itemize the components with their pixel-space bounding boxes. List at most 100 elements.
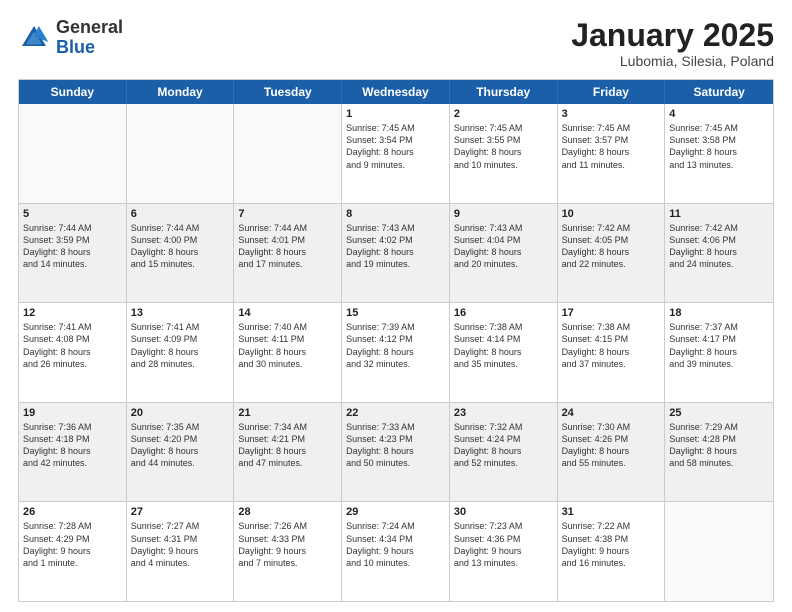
day-number: 17: [562, 307, 661, 319]
day-number: 28: [238, 506, 337, 518]
table-row: 16 Sunrise: 7:38 AM Sunset: 4:14 PM Dayli…: [450, 303, 558, 402]
logo-blue: Blue: [56, 37, 95, 57]
day-number: 30: [454, 506, 553, 518]
calendar-row: 1 Sunrise: 7:45 AM Sunset: 3:54 PM Daylig…: [19, 104, 773, 203]
day-number: 3: [562, 108, 661, 120]
day-number: 4: [669, 108, 769, 120]
table-row: 12 Sunrise: 7:41 AM Sunset: 4:08 PM Dayli…: [19, 303, 127, 402]
table-row: 1 Sunrise: 7:45 AM Sunset: 3:54 PM Daylig…: [342, 104, 450, 203]
day-number: 23: [454, 407, 553, 419]
cell-info: Sunrise: 7:44 AM Sunset: 3:59 PM Dayligh…: [23, 222, 122, 271]
day-number: 21: [238, 407, 337, 419]
cell-info: Sunrise: 7:22 AM Sunset: 4:38 PM Dayligh…: [562, 520, 661, 569]
table-row: 31 Sunrise: 7:22 AM Sunset: 4:38 PM Dayli…: [558, 502, 666, 601]
cell-info: Sunrise: 7:28 AM Sunset: 4:29 PM Dayligh…: [23, 520, 122, 569]
table-row: 26 Sunrise: 7:28 AM Sunset: 4:29 PM Dayli…: [19, 502, 127, 601]
calendar-body: 1 Sunrise: 7:45 AM Sunset: 3:54 PM Daylig…: [19, 104, 773, 601]
title-location: Lubomia, Silesia, Poland: [571, 53, 774, 69]
table-row: 6Sunrise: 7:44 AM Sunset: 4:00 PM Daylig…: [127, 204, 235, 303]
table-row: 28 Sunrise: 7:26 AM Sunset: 4:33 PM Dayli…: [234, 502, 342, 601]
cell-info: Sunrise: 7:45 AM Sunset: 3:55 PM Dayligh…: [454, 122, 553, 171]
day-number: 14: [238, 307, 337, 319]
day-number: 26: [23, 506, 122, 518]
title-block: January 2025 Lubomia, Silesia, Poland: [571, 18, 774, 69]
cell-info: Sunrise: 7:45 AM Sunset: 3:58 PM Dayligh…: [669, 122, 769, 171]
table-row: [19, 104, 127, 203]
table-row: 20Sunrise: 7:35 AM Sunset: 4:20 PM Dayli…: [127, 403, 235, 502]
cell-info: Sunrise: 7:41 AM Sunset: 4:09 PM Dayligh…: [131, 321, 230, 370]
cell-info: Sunrise: 7:29 AM Sunset: 4:28 PM Dayligh…: [669, 421, 769, 470]
cell-info: Sunrise: 7:43 AM Sunset: 4:02 PM Dayligh…: [346, 222, 445, 271]
logo-icon: [18, 22, 50, 54]
cell-info: Sunrise: 7:42 AM Sunset: 4:05 PM Dayligh…: [562, 222, 661, 271]
table-row: 2 Sunrise: 7:45 AM Sunset: 3:55 PM Daylig…: [450, 104, 558, 203]
cell-info: Sunrise: 7:37 AM Sunset: 4:17 PM Dayligh…: [669, 321, 769, 370]
table-row: 22Sunrise: 7:33 AM Sunset: 4:23 PM Dayli…: [342, 403, 450, 502]
header: General Blue January 2025 Lubomia, Siles…: [18, 18, 774, 69]
day-number: 16: [454, 307, 553, 319]
logo-general: General: [56, 17, 123, 37]
cell-info: Sunrise: 7:43 AM Sunset: 4:04 PM Dayligh…: [454, 222, 553, 271]
day-number: 2: [454, 108, 553, 120]
day-number: 20: [131, 407, 230, 419]
cell-info: Sunrise: 7:41 AM Sunset: 4:08 PM Dayligh…: [23, 321, 122, 370]
cell-info: Sunrise: 7:26 AM Sunset: 4:33 PM Dayligh…: [238, 520, 337, 569]
day-number: 13: [131, 307, 230, 319]
table-row: [127, 104, 235, 203]
table-row: 19 Sunrise: 7:36 AM Sunset: 4:18 PM Dayli…: [19, 403, 127, 502]
day-number: 31: [562, 506, 661, 518]
calendar-header: Sunday Monday Tuesday Wednesday Thursday…: [19, 80, 773, 104]
table-row: 15 Sunrise: 7:39 AM Sunset: 4:12 PM Dayli…: [342, 303, 450, 402]
cell-info: Sunrise: 7:23 AM Sunset: 4:36 PM Dayligh…: [454, 520, 553, 569]
header-monday: Monday: [127, 80, 235, 104]
table-row: 13 Sunrise: 7:41 AM Sunset: 4:09 PM Dayli…: [127, 303, 235, 402]
day-number: 9: [454, 208, 553, 220]
day-number: 11: [669, 208, 769, 220]
day-number: 8: [346, 208, 445, 220]
cell-info: Sunrise: 7:27 AM Sunset: 4:31 PM Dayligh…: [131, 520, 230, 569]
logo-text: General Blue: [56, 18, 123, 58]
table-row: 18 Sunrise: 7:37 AM Sunset: 4:17 PM Dayli…: [665, 303, 773, 402]
day-number: 5: [23, 208, 122, 220]
calendar-row: 12 Sunrise: 7:41 AM Sunset: 4:08 PM Dayli…: [19, 302, 773, 402]
table-row: 4 Sunrise: 7:45 AM Sunset: 3:58 PM Daylig…: [665, 104, 773, 203]
cell-info: Sunrise: 7:39 AM Sunset: 4:12 PM Dayligh…: [346, 321, 445, 370]
cell-info: Sunrise: 7:38 AM Sunset: 4:14 PM Dayligh…: [454, 321, 553, 370]
page: General Blue January 2025 Lubomia, Siles…: [0, 0, 792, 612]
calendar: Sunday Monday Tuesday Wednesday Thursday…: [18, 79, 774, 602]
cell-info: Sunrise: 7:34 AM Sunset: 4:21 PM Dayligh…: [238, 421, 337, 470]
header-wednesday: Wednesday: [342, 80, 450, 104]
day-number: 19: [23, 407, 122, 419]
table-row: 29Sunrise: 7:24 AM Sunset: 4:34 PM Dayli…: [342, 502, 450, 601]
logo: General Blue: [18, 18, 123, 58]
cell-info: Sunrise: 7:33 AM Sunset: 4:23 PM Dayligh…: [346, 421, 445, 470]
table-row: 8 Sunrise: 7:43 AM Sunset: 4:02 PM Daylig…: [342, 204, 450, 303]
cell-info: Sunrise: 7:44 AM Sunset: 4:00 PM Dayligh…: [131, 222, 230, 271]
day-number: 18: [669, 307, 769, 319]
header-sunday: Sunday: [19, 80, 127, 104]
table-row: 24 Sunrise: 7:30 AM Sunset: 4:26 PM Dayli…: [558, 403, 666, 502]
table-row: 7 Sunrise: 7:44 AM Sunset: 4:01 PM Daylig…: [234, 204, 342, 303]
day-number: 12: [23, 307, 122, 319]
table-row: 23 Sunrise: 7:32 AM Sunset: 4:24 PM Dayli…: [450, 403, 558, 502]
cell-info: Sunrise: 7:30 AM Sunset: 4:26 PM Dayligh…: [562, 421, 661, 470]
cell-info: Sunrise: 7:36 AM Sunset: 4:18 PM Dayligh…: [23, 421, 122, 470]
table-row: 9 Sunrise: 7:43 AM Sunset: 4:04 PM Daylig…: [450, 204, 558, 303]
day-number: 7: [238, 208, 337, 220]
cell-info: Sunrise: 7:45 AM Sunset: 3:54 PM Dayligh…: [346, 122, 445, 171]
day-number: 27: [131, 506, 230, 518]
table-row: 14Sunrise: 7:40 AM Sunset: 4:11 PM Dayli…: [234, 303, 342, 402]
calendar-row: 19 Sunrise: 7:36 AM Sunset: 4:18 PM Dayli…: [19, 402, 773, 502]
day-number: 1: [346, 108, 445, 120]
cell-info: Sunrise: 7:44 AM Sunset: 4:01 PM Dayligh…: [238, 222, 337, 271]
calendar-row: 5 Sunrise: 7:44 AM Sunset: 3:59 PM Daylig…: [19, 203, 773, 303]
cell-info: Sunrise: 7:38 AM Sunset: 4:15 PM Dayligh…: [562, 321, 661, 370]
table-row: 5 Sunrise: 7:44 AM Sunset: 3:59 PM Daylig…: [19, 204, 127, 303]
header-thursday: Thursday: [450, 80, 558, 104]
table-row: [234, 104, 342, 203]
day-number: 15: [346, 307, 445, 319]
table-row: [665, 502, 773, 601]
day-number: 24: [562, 407, 661, 419]
table-row: 27 Sunrise: 7:27 AM Sunset: 4:31 PM Dayli…: [127, 502, 235, 601]
cell-info: Sunrise: 7:32 AM Sunset: 4:24 PM Dayligh…: [454, 421, 553, 470]
